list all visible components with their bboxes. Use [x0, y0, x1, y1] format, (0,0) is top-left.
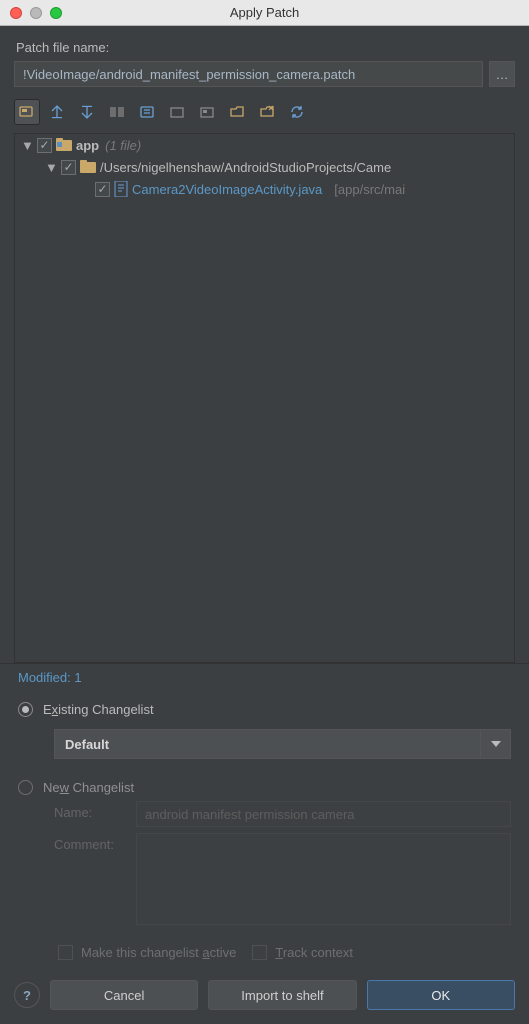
help-button[interactable]: ? — [14, 982, 40, 1008]
box-icon — [169, 104, 185, 120]
existing-changelist-radio[interactable]: Existing Changelist — [18, 695, 511, 723]
folder-icon — [80, 160, 96, 174]
toolbar-btn-9[interactable] — [254, 99, 280, 125]
changelist-comment-input — [136, 833, 511, 925]
changes-tree[interactable]: ▼ app (1 file) ▼ /Users/nigelhenshaw/And… — [14, 133, 515, 663]
module-icon — [56, 138, 72, 152]
tree-root-name: app — [76, 138, 99, 153]
tree-file-location: [app/src/mai — [334, 182, 405, 197]
radio-icon — [18, 702, 33, 717]
checkbox[interactable] — [37, 138, 52, 153]
ok-button[interactable]: OK — [367, 980, 515, 1010]
tree-root-count: (1 file) — [105, 138, 141, 153]
patch-file-input[interactable] — [14, 61, 483, 87]
collapse-all-button[interactable] — [74, 99, 100, 125]
checkbox-icon — [58, 945, 73, 960]
name-label: Name: — [54, 801, 128, 820]
modified-count: Modified: 1 — [0, 663, 529, 695]
changelist-selected: Default — [65, 737, 109, 752]
tree-file-row[interactable]: Camera2VideoImageActivity.java [app/src/… — [15, 178, 514, 200]
tree-file-name: Camera2VideoImageActivity.java — [132, 182, 322, 197]
make-active-label: Make this changelist active — [81, 945, 236, 960]
track-context-checkbox: Track context — [252, 945, 353, 960]
folder-open-icon — [229, 104, 245, 120]
track-context-label: Track context — [275, 945, 353, 960]
toolbar-btn-6[interactable] — [164, 99, 190, 125]
expand-icon — [49, 104, 65, 120]
existing-changelist-label: Existing Changelist — [43, 702, 154, 717]
chevron-down-icon[interactable]: ▼ — [45, 160, 57, 175]
window-title: Apply Patch — [0, 5, 529, 20]
refresh-button[interactable] — [284, 99, 310, 125]
cancel-button[interactable]: Cancel — [50, 980, 198, 1010]
box2-icon — [199, 104, 215, 120]
move-to-changelist-button[interactable] — [134, 99, 160, 125]
chevron-down-icon — [480, 730, 510, 758]
collapse-icon — [79, 104, 95, 120]
diff-icon — [109, 104, 125, 120]
show-diff-button[interactable] — [104, 99, 130, 125]
folder-tree-icon — [19, 104, 35, 120]
folder-x-icon — [259, 104, 275, 120]
tree-project-path: /Users/nigelhenshaw/AndroidStudioProject… — [100, 160, 391, 175]
expand-all-button[interactable] — [44, 99, 70, 125]
changelist-name-input — [136, 801, 511, 827]
checkbox[interactable] — [61, 160, 76, 175]
refresh-icon — [289, 104, 305, 120]
import-to-shelf-button[interactable]: Import to shelf — [208, 980, 356, 1010]
new-changelist-label: New Changelist — [43, 780, 134, 795]
radio-icon — [18, 780, 33, 795]
toolbar-btn-8[interactable] — [224, 99, 250, 125]
toolbar-btn-7[interactable] — [194, 99, 220, 125]
ellipsis-icon: … — [496, 67, 509, 82]
make-active-checkbox: Make this changelist active — [58, 945, 236, 960]
tree-root-row[interactable]: ▼ app (1 file) — [15, 134, 514, 156]
group-by-directory-button[interactable] — [14, 99, 40, 125]
checkbox[interactable] — [95, 182, 110, 197]
changelist-icon — [139, 104, 155, 120]
checkbox-icon — [252, 945, 267, 960]
help-icon: ? — [23, 988, 31, 1003]
changelist-dropdown[interactable]: Default — [54, 729, 511, 759]
tree-project-row[interactable]: ▼ /Users/nigelhenshaw/AndroidStudioProje… — [15, 156, 514, 178]
new-changelist-radio[interactable]: New Changelist — [18, 773, 511, 801]
java-file-icon — [114, 181, 128, 197]
comment-label: Comment: — [54, 833, 128, 852]
chevron-down-icon[interactable]: ▼ — [21, 138, 33, 153]
patch-file-label: Patch file name: — [0, 26, 529, 61]
browse-button[interactable]: … — [489, 61, 515, 87]
